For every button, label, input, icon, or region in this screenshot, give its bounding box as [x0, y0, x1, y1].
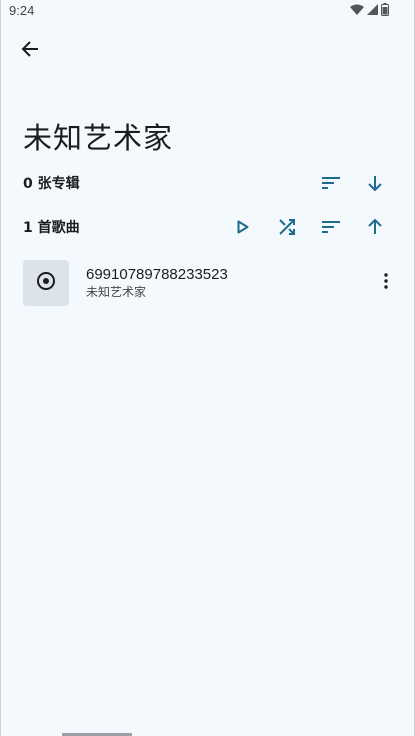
- songs-sort-order-button[interactable]: [353, 212, 397, 242]
- songs-section-header: 1 首歌曲: [23, 212, 397, 242]
- song-text: 69910789788233523 未知艺术家: [86, 265, 376, 301]
- page-title: 未知艺术家: [23, 121, 174, 155]
- window-border-left: [0, 0, 1, 736]
- albums-sort-button[interactable]: [309, 168, 353, 198]
- back-button[interactable]: [14, 35, 46, 67]
- song-list-item[interactable]: 69910789788233523 未知艺术家: [23, 259, 397, 307]
- shuffle-icon: [279, 219, 295, 235]
- shuffle-button[interactable]: [265, 212, 309, 242]
- songs-sort-button[interactable]: [309, 212, 353, 242]
- song-more-button[interactable]: [376, 263, 396, 303]
- songs-count-label: 1 首歌曲: [23, 220, 80, 236]
- status-icons: [350, 3, 389, 16]
- arrow-left-icon: [21, 40, 39, 62]
- signal-icon: [367, 4, 378, 15]
- wifi-icon: [350, 4, 364, 15]
- albums-section-header: 0 张专辑: [23, 168, 397, 198]
- more-vert-icon: [384, 273, 388, 293]
- song-artist: 未知艺术家: [86, 285, 147, 299]
- sort-icon: [322, 220, 340, 234]
- battery-icon: [381, 3, 389, 16]
- albums-count-label: 0 张专辑: [23, 176, 80, 192]
- disc-icon: [36, 271, 56, 295]
- songs-actions: [221, 212, 397, 242]
- albums-actions: [309, 168, 397, 198]
- status-time: 9:24: [9, 3, 35, 18]
- sort-icon: [322, 176, 340, 190]
- arrow-down-icon: [367, 175, 383, 191]
- song-title: 69910789788233523: [86, 266, 228, 283]
- album-art: [23, 260, 69, 306]
- play-icon: [237, 220, 249, 234]
- arrow-up-icon: [367, 219, 383, 235]
- status-bar: 9:24: [0, 0, 415, 22]
- play-all-button[interactable]: [221, 212, 265, 242]
- albums-sort-order-button[interactable]: [353, 168, 397, 198]
